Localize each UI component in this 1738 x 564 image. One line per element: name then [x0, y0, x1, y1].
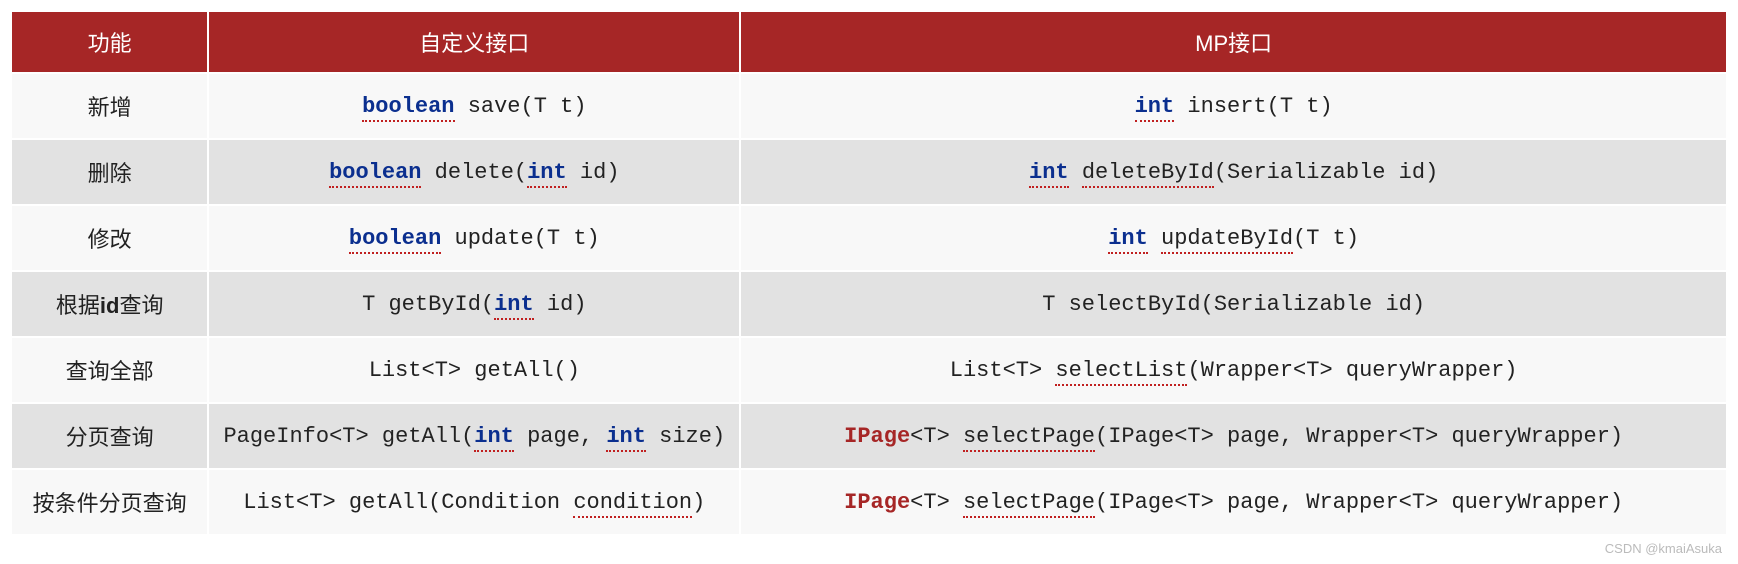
- cell-func: 查询全部: [11, 337, 208, 403]
- table-row: 查询全部List<T> getAll()List<T> selectList(W…: [11, 337, 1727, 403]
- cell-mp: int updateById(T t): [740, 205, 1727, 271]
- type-name: IPage: [844, 490, 910, 515]
- keyword: int: [494, 292, 534, 320]
- cell-custom: boolean delete(int id): [208, 139, 740, 205]
- table-row: 新增boolean save(T t)int insert(T t): [11, 73, 1727, 139]
- comparison-table: 功能 自定义接口 MP接口 新增boolean save(T t)int ins…: [10, 10, 1728, 536]
- cell-custom: T getById(int id): [208, 271, 740, 337]
- keyword: int: [1108, 226, 1148, 254]
- cell-func: 根据id查询: [11, 271, 208, 337]
- table-row: 修改boolean update(T t)int updateById(T t): [11, 205, 1727, 271]
- cell-mp: int insert(T t): [740, 73, 1727, 139]
- keyword: int: [527, 160, 567, 188]
- keyword: int: [1029, 160, 1069, 188]
- squiggle-text: selectList: [1055, 358, 1187, 386]
- cell-func: 分页查询: [11, 403, 208, 469]
- header-custom: 自定义接口: [208, 11, 740, 73]
- cell-custom: List<T> getAll(Condition condition): [208, 469, 740, 535]
- header-mp: MP接口: [740, 11, 1727, 73]
- squiggle-text: deleteById: [1082, 160, 1214, 188]
- keyword: boolean: [362, 94, 454, 122]
- keyword: int: [1135, 94, 1175, 122]
- keyword: boolean: [349, 226, 441, 254]
- table-row: 分页查询PageInfo<T> getAll(int page, int siz…: [11, 403, 1727, 469]
- keyword: boolean: [329, 160, 421, 188]
- cell-mp: List<T> selectList(Wrapper<T> queryWrapp…: [740, 337, 1727, 403]
- squiggle-text: updateById: [1161, 226, 1293, 254]
- cell-func: 删除: [11, 139, 208, 205]
- cell-mp: T selectById(Serializable id): [740, 271, 1727, 337]
- cell-func: 新增: [11, 73, 208, 139]
- table-header-row: 功能 自定义接口 MP接口: [11, 11, 1727, 73]
- squiggle-text: condition: [573, 490, 692, 518]
- cell-custom: boolean save(T t): [208, 73, 740, 139]
- keyword: int: [606, 424, 646, 452]
- cell-mp: IPage<T> selectPage(IPage<T> page, Wrapp…: [740, 403, 1727, 469]
- cell-mp: IPage<T> selectPage(IPage<T> page, Wrapp…: [740, 469, 1727, 535]
- keyword: int: [474, 424, 514, 452]
- cell-func: 按条件分页查询: [11, 469, 208, 535]
- header-func: 功能: [11, 11, 208, 73]
- squiggle-text: selectPage: [963, 490, 1095, 518]
- squiggle-text: selectPage: [963, 424, 1095, 452]
- type-name: IPage: [844, 424, 910, 449]
- cell-custom: boolean update(T t): [208, 205, 740, 271]
- text-part: id: [100, 293, 120, 318]
- cell-custom: List<T> getAll(): [208, 337, 740, 403]
- cell-mp: int deleteById(Serializable id): [740, 139, 1727, 205]
- table-row: 按条件分页查询List<T> getAll(Condition conditio…: [11, 469, 1727, 535]
- cell-custom: PageInfo<T> getAll(int page, int size): [208, 403, 740, 469]
- table-row: 删除boolean delete(int id)int deleteById(S…: [11, 139, 1727, 205]
- cell-func: 修改: [11, 205, 208, 271]
- watermark: CSDN @kmaiAsuka: [1605, 541, 1722, 556]
- table-row: 根据id查询T getById(int id)T selectById(Seri…: [11, 271, 1727, 337]
